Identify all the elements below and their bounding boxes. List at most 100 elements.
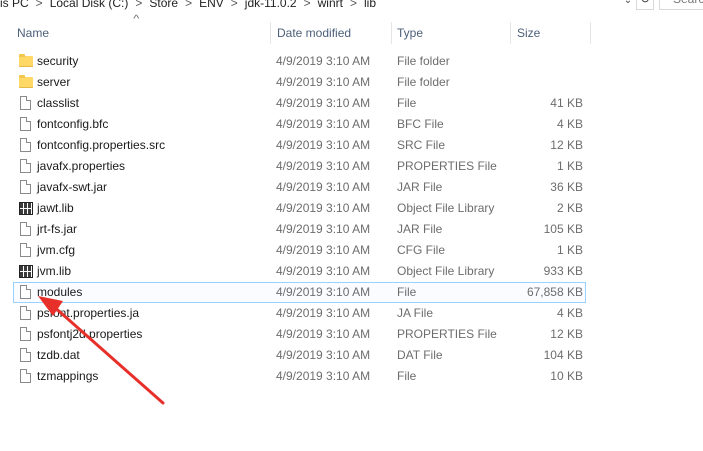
file-date-modified: 4/9/2019 3:10 AM — [276, 201, 371, 215]
file-icon — [18, 348, 34, 364]
breadcrumb-item[interactable]: lib — [364, 0, 376, 11]
file-name: jrt-fs.jar — [37, 222, 77, 236]
file-name: jvm.lib — [37, 264, 72, 278]
file-icon — [18, 222, 34, 238]
file-name: jawt.lib — [37, 201, 74, 215]
file-type: JAR File — [397, 180, 443, 194]
file-row[interactable]: tzmappings 4/9/2019 3:10 AM File 10 KB — [13, 366, 586, 387]
breadcrumb-separator-icon[interactable]: > — [128, 0, 149, 11]
column-header-size[interactable]: Size — [511, 22, 590, 44]
file-name: server — [37, 75, 71, 89]
file-date-modified: 4/9/2019 3:10 AM — [276, 138, 371, 152]
file-row[interactable]: javafx-swt.jar 4/9/2019 3:10 AM JAR File 36… — [13, 177, 586, 198]
file-size: 36 KB — [550, 180, 583, 194]
file-icon — [18, 306, 34, 322]
file-row[interactable]: psfontj2d.properties 4/9/2019 3:10 AM PROP… — [13, 324, 586, 345]
file-row[interactable]: jrt-fs.jar 4/9/2019 3:10 AM JAR File 105 KB — [13, 219, 586, 240]
file-size: 105 KB — [543, 222, 583, 236]
file-row[interactable]: jvm.cfg 4/9/2019 3:10 AM CFG File 1 KB — [13, 240, 586, 261]
address-bar[interactable]: is PC > Local Disk (C:) > Store > ENV > jdk-11.0… — [0, 0, 703, 11]
breadcrumb-item[interactable]: Store — [149, 0, 178, 11]
file-row[interactable]: tzdb.dat 4/9/2019 3:10 AM DAT File 104 KB — [13, 345, 586, 366]
breadcrumb-separator-icon[interactable]: > — [343, 0, 364, 11]
address-history-dropdown[interactable]: ⌄ — [622, 0, 634, 10]
breadcrumb-separator-icon[interactable]: > — [29, 0, 50, 11]
file-icon — [18, 138, 34, 154]
file-type: File folder — [397, 54, 450, 68]
file-type: JAR File — [397, 222, 443, 236]
file-type: PROPERTIES File — [397, 327, 497, 341]
library-file-icon — [18, 264, 34, 280]
column-header-date-modified[interactable]: Date modified — [271, 22, 390, 44]
file-size: 1 KB — [556, 159, 583, 173]
column-header-type[interactable]: Type — [392, 22, 509, 44]
file-icon — [18, 180, 34, 196]
file-icon — [18, 159, 34, 175]
file-row[interactable]: jawt.lib 4/9/2019 3:10 AM Object File Libr… — [13, 198, 586, 219]
file-date-modified: 4/9/2019 3:10 AM — [276, 222, 371, 236]
folder-icon — [18, 75, 34, 91]
file-size: 12 KB — [550, 327, 583, 341]
file-type: File — [397, 369, 417, 383]
breadcrumb: is PC > Local Disk (C:) > Store > ENV > jdk-11.0… — [0, 0, 376, 11]
file-type: PROPERTIES File — [397, 159, 497, 173]
breadcrumb-item[interactable]: is PC — [0, 0, 29, 11]
breadcrumb-item[interactable]: ENV — [199, 0, 224, 11]
file-name: javafx.properties — [37, 159, 126, 173]
file-size: 67,858 KB — [526, 285, 583, 299]
refresh-icon: ↻ — [640, 0, 650, 6]
breadcrumb-item[interactable]: Local Disk (C:) — [50, 0, 129, 11]
file-size: 933 KB — [543, 264, 583, 278]
file-row[interactable]: security 4/9/2019 3:10 AM File folder — [13, 51, 586, 72]
column-divider[interactable] — [590, 22, 591, 44]
file-date-modified: 4/9/2019 3:10 AM — [276, 348, 371, 362]
file-date-modified: 4/9/2019 3:10 AM — [276, 264, 371, 278]
file-date-modified: 4/9/2019 3:10 AM — [276, 117, 371, 131]
file-name: fontconfig.bfc — [37, 117, 109, 131]
file-name: javafx-swt.jar — [37, 180, 108, 194]
file-row[interactable]: server 4/9/2019 3:10 AM File folder — [13, 72, 586, 93]
column-header-name[interactable]: Name — [13, 22, 269, 44]
breadcrumb-separator-icon[interactable]: > — [224, 0, 245, 11]
breadcrumb-item[interactable]: jdk-11.0.2 — [245, 0, 297, 11]
file-row[interactable]: modules 4/9/2019 3:10 AM File 67,858 KB — [13, 282, 586, 303]
file-icon — [18, 117, 34, 133]
file-size: 104 KB — [543, 348, 583, 362]
file-type: File — [397, 96, 417, 110]
file-row[interactable]: javafx.properties 4/9/2019 3:10 AM PROPERT… — [13, 156, 586, 177]
breadcrumb-separator-icon[interactable]: > — [178, 0, 199, 11]
file-size: 4 KB — [556, 117, 583, 131]
file-type: Object File Library — [397, 264, 495, 278]
breadcrumb-item[interactable]: winrt — [318, 0, 343, 11]
search-input[interactable]: Search — [659, 0, 703, 10]
file-name: psfontj2d.properties — [37, 327, 143, 341]
file-date-modified: 4/9/2019 3:10 AM — [276, 75, 371, 89]
file-date-modified: 4/9/2019 3:10 AM — [276, 96, 371, 110]
file-size: 12 KB — [550, 138, 583, 152]
file-name: tzmappings — [37, 369, 99, 383]
file-date-modified: 4/9/2019 3:10 AM — [276, 306, 371, 320]
file-row[interactable]: psfont.properties.ja 4/9/2019 3:10 AM JA F… — [13, 303, 586, 324]
file-name: fontconfig.properties.src — [37, 138, 166, 152]
file-type: JA File — [397, 306, 434, 320]
file-date-modified: 4/9/2019 3:10 AM — [276, 243, 371, 257]
file-icon — [18, 285, 34, 301]
folder-icon — [18, 54, 34, 70]
file-row[interactable]: fontconfig.bfc 4/9/2019 3:10 AM BFC File 4 … — [13, 114, 586, 135]
refresh-button[interactable]: ↻ — [636, 0, 654, 10]
file-size: 10 KB — [550, 369, 583, 383]
file-name: classlist — [37, 96, 80, 110]
file-size: 2 KB — [556, 201, 583, 215]
file-icon — [18, 369, 34, 385]
file-row[interactable]: fontconfig.properties.src 4/9/2019 3:10 A… — [13, 135, 586, 156]
file-type: CFG File — [397, 243, 445, 257]
file-icon — [18, 327, 34, 343]
file-date-modified: 4/9/2019 3:10 AM — [276, 327, 371, 341]
file-row[interactable]: classlist 4/9/2019 3:10 AM File 41 KB — [13, 93, 586, 114]
file-row[interactable]: jvm.lib 4/9/2019 3:10 AM Object File Libra… — [13, 261, 586, 282]
file-type: Object File Library — [397, 201, 495, 215]
breadcrumb-separator-icon[interactable]: > — [297, 0, 318, 11]
file-name: tzdb.dat — [37, 348, 80, 362]
file-type: DAT File — [397, 348, 443, 362]
library-file-icon — [18, 201, 34, 217]
